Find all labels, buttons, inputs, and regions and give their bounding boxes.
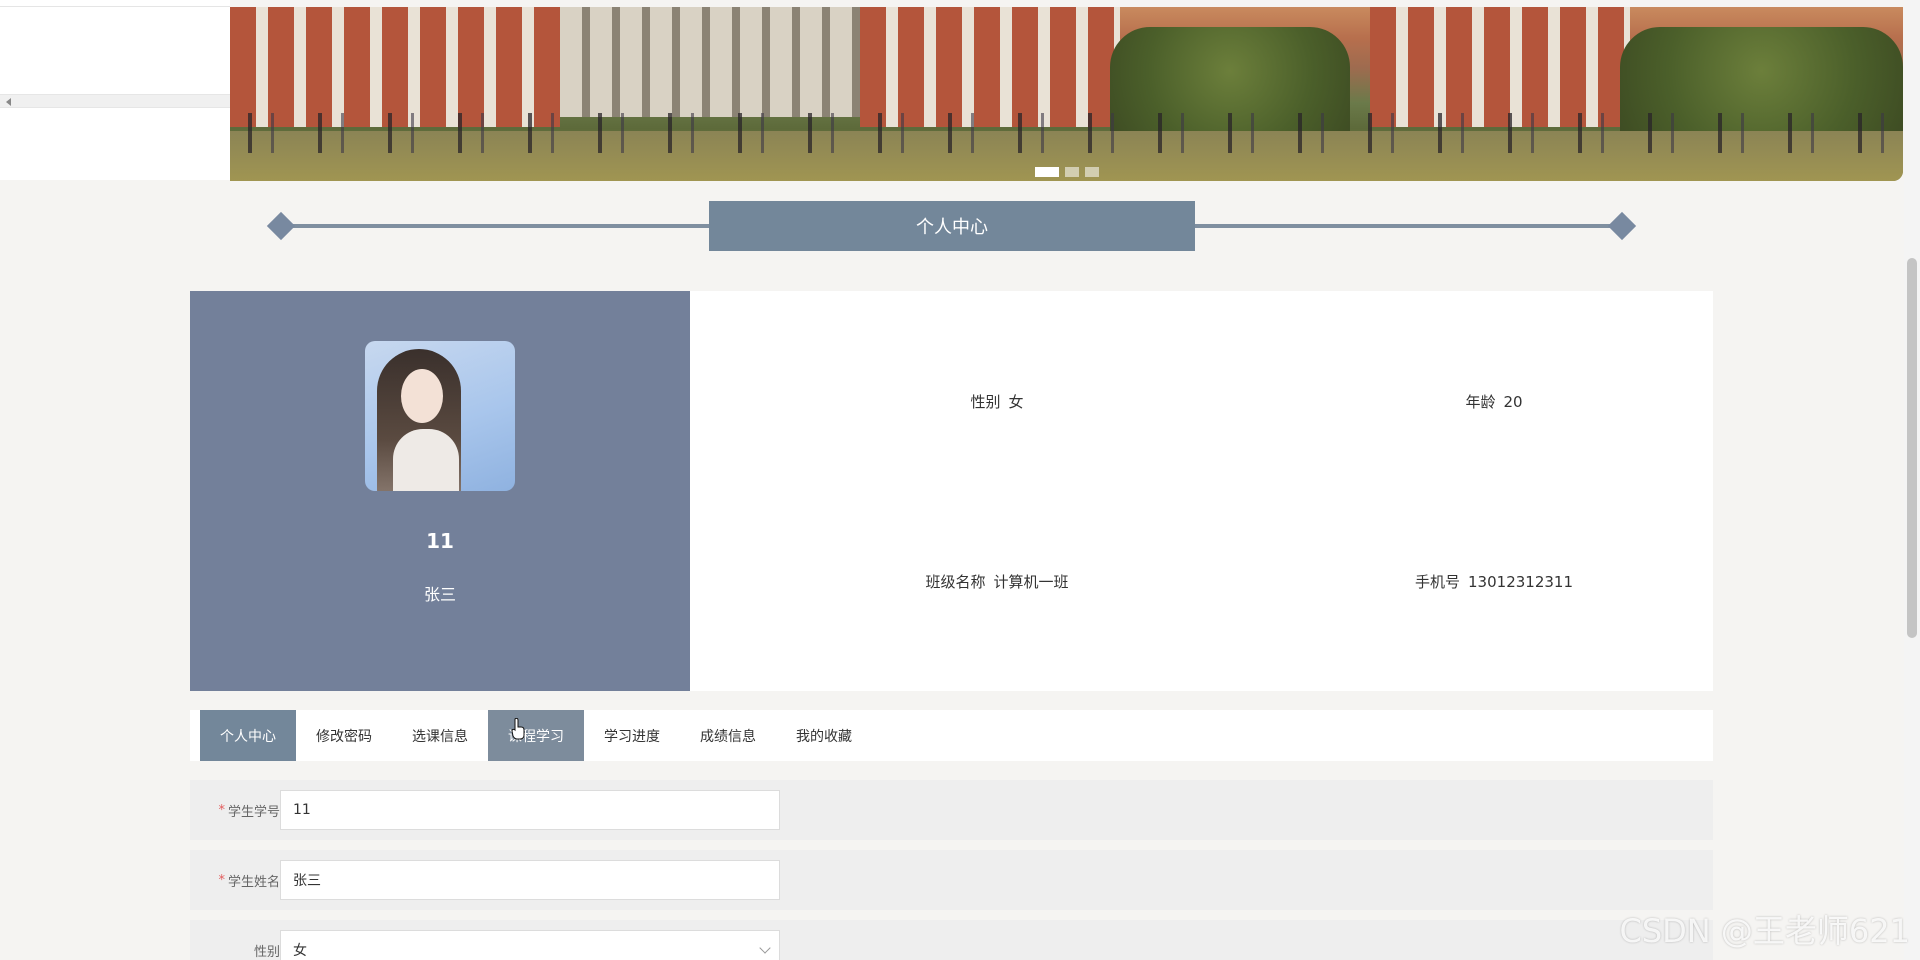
- carousel-dot-3[interactable]: [1085, 167, 1099, 177]
- diamond-icon: [266, 211, 296, 241]
- tab-favorites[interactable]: 我的收藏: [776, 710, 872, 761]
- avatar-body: [393, 429, 459, 491]
- info-phone: 手机号 13012312311: [1344, 571, 1644, 592]
- vertical-scrollbar[interactable]: [1904, 0, 1920, 960]
- info-value: 计算机一班: [993, 573, 1069, 591]
- student-no-input[interactable]: 11: [280, 790, 780, 830]
- scroll-left-icon[interactable]: [6, 98, 11, 106]
- title-line-left: [282, 224, 710, 228]
- banner-students: [230, 113, 1903, 153]
- info-class: 班级名称 计算机一班: [847, 571, 1147, 592]
- mouse-pointer-icon: [511, 718, 525, 740]
- chevron-down-icon[interactable]: [759, 942, 771, 954]
- watermark: CSDN @王老师621: [1619, 912, 1911, 950]
- form-row-gender: 性别 女: [190, 920, 1713, 960]
- title-line-right: [1192, 224, 1620, 228]
- gender-select[interactable]: 女: [280, 930, 780, 960]
- required-mark: *: [218, 872, 225, 888]
- profile-card: 11 张三 性别女 年龄 20 班级名称 计算机一班 手机号 13012312311: [190, 291, 1713, 691]
- student-no-label: 学生学号: [227, 804, 280, 820]
- gender-select-value: 女: [293, 943, 307, 959]
- carousel-indicators: [1035, 167, 1099, 177]
- divider: [0, 6, 230, 7]
- tab-grades[interactable]: 成绩信息: [680, 710, 776, 761]
- info-age: 年龄 20: [1344, 391, 1644, 412]
- info-label: 性别: [970, 393, 1001, 411]
- horizontal-scrollbar[interactable]: [0, 94, 230, 108]
- info-gender: 性别女: [847, 391, 1147, 412]
- profile-panel: 11 张三: [190, 291, 690, 691]
- required-mark: *: [218, 802, 225, 818]
- info-value: 女: [1008, 393, 1024, 411]
- banner-building: [560, 7, 860, 117]
- banner-building: [230, 7, 560, 127]
- banner-carousel[interactable]: [230, 7, 1903, 181]
- avatar: [365, 341, 515, 491]
- field-label: * 学生学号: [200, 780, 280, 840]
- profile-user-id: 11: [426, 529, 454, 553]
- info-label: 手机号: [1415, 573, 1461, 591]
- top-left-panel: [0, 0, 230, 180]
- tab-change-password[interactable]: 修改密码: [296, 710, 392, 761]
- info-value: 13012312311: [1468, 573, 1573, 591]
- form-row-student-name: * 学生姓名 张三: [190, 850, 1713, 910]
- banner-building: [860, 7, 1120, 127]
- tab-course-study[interactable]: 课程学习: [488, 710, 584, 761]
- avatar-face: [401, 369, 443, 423]
- form-row-student-no: * 学生学号 11: [190, 780, 1713, 840]
- carousel-dot-1[interactable]: [1035, 167, 1059, 177]
- scrollbar-thumb[interactable]: [1907, 258, 1917, 638]
- field-label: 性别: [200, 920, 280, 960]
- info-label: 年龄: [1465, 393, 1496, 411]
- profile-user-name: 张三: [423, 585, 456, 604]
- info-label: 班级名称: [925, 573, 986, 591]
- tab-course-selection[interactable]: 选课信息: [392, 710, 488, 761]
- student-name-input[interactable]: 张三: [280, 860, 780, 900]
- field-label: * 学生姓名: [200, 850, 280, 910]
- gender-label: 性别: [253, 944, 280, 960]
- tab-study-progress[interactable]: 学习进度: [584, 710, 680, 761]
- banner-building: [1370, 7, 1630, 127]
- carousel-dot-2[interactable]: [1065, 167, 1079, 177]
- section-title-bar: 个人中心: [266, 200, 1637, 252]
- student-name-label: 学生姓名: [227, 874, 280, 890]
- user-tabs: 个人中心 修改密码 选课信息 课程学习 学习进度 成绩信息 我的收藏: [190, 710, 1713, 761]
- info-value: 20: [1503, 393, 1523, 411]
- section-title: 个人中心: [709, 201, 1195, 251]
- tab-profile[interactable]: 个人中心: [200, 710, 296, 761]
- diamond-icon: [1607, 211, 1637, 241]
